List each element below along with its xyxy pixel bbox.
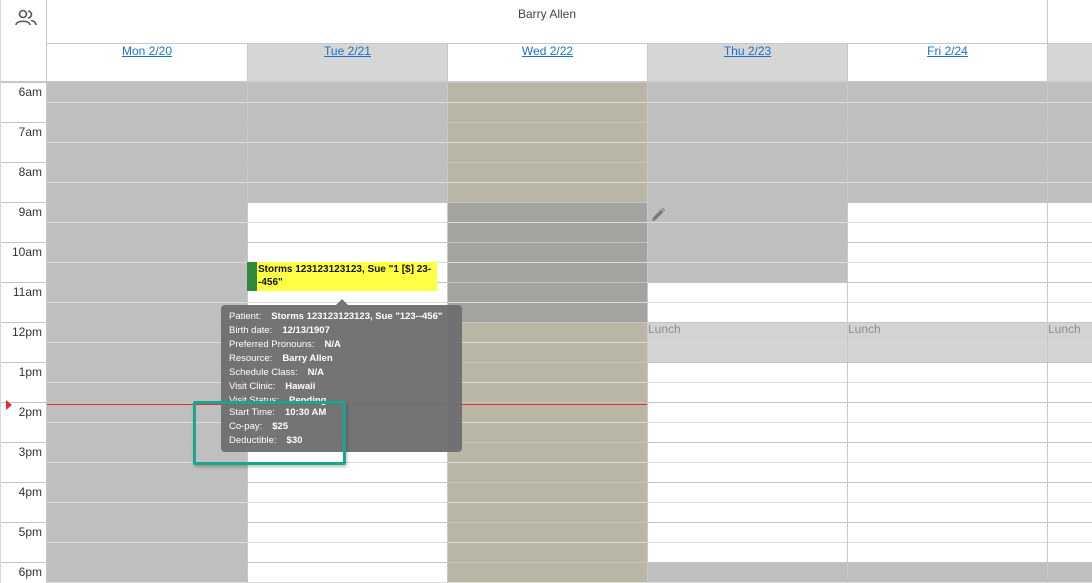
day-header-thu: Thu 2/23	[648, 44, 847, 81]
grid-line	[47, 302, 1092, 303]
tooltip-value: Hawaii	[285, 381, 316, 392]
grid-line	[0, 82, 1092, 83]
tooltip-value: Barry Allen	[282, 353, 333, 364]
day-header-mon: Mon 2/20	[47, 44, 247, 81]
grid-line	[47, 222, 1092, 223]
time-label-3pm: 3pm	[18, 445, 42, 459]
grid-line	[0, 242, 1092, 243]
time-label-11am: 11am	[12, 285, 42, 299]
day-link-tue[interactable]: Tue 2/21	[324, 44, 371, 58]
grid-line	[47, 142, 1092, 143]
tooltip-value: 12/13/1907	[282, 325, 330, 336]
grid-line	[47, 382, 1092, 383]
time-label-10am: 10am	[11, 245, 42, 259]
tooltip-key: Schedule Class:	[229, 367, 298, 378]
grid-line	[47, 542, 1092, 543]
lunch-label-fri: Lunch	[848, 322, 881, 336]
resource-name: Barry Allen	[517, 7, 577, 21]
grid-line	[47, 262, 1092, 263]
time-label-6am: 6am	[18, 85, 42, 99]
tooltip-key: Patient:	[229, 311, 262, 322]
tooltip-key: Resource:	[229, 353, 273, 364]
time-label-1pm: 1pm	[18, 365, 42, 379]
grid-line	[47, 342, 1092, 343]
highlight-annotation	[193, 401, 346, 465]
time-label-4pm: 4pm	[18, 485, 42, 499]
grid-line	[47, 102, 1092, 103]
tooltip-value: N/A	[307, 367, 325, 378]
time-label-9am: 9am	[18, 205, 42, 219]
grid-line	[0, 322, 1092, 323]
day-link-mon[interactable]: Mon 2/20	[122, 44, 172, 58]
current-time-marker	[6, 400, 12, 410]
day-link-wed[interactable]: Wed 2/22	[522, 44, 573, 58]
unavailable-block	[648, 562, 1092, 583]
tooltip-key: Preferred Pronouns:	[229, 339, 315, 350]
tooltip-key: Visit Clinic:	[229, 381, 276, 392]
grid-line	[0, 402, 1092, 403]
tooltip-row: Schedule Class: N/A	[229, 366, 457, 380]
tooltip-row: Patient: Storms 123123123123, Sue "123--4…	[229, 310, 457, 324]
tooltip-value: N/A	[324, 339, 341, 350]
tooltip-row: Birth date: 12/13/1907	[229, 324, 457, 338]
time-label-8am: 8am	[18, 165, 42, 179]
tooltip-row: Resource: Barry Allen	[229, 352, 457, 366]
grid-line	[0, 362, 1092, 363]
people-icon[interactable]	[14, 8, 38, 28]
lunch-label-thu: Lunch	[648, 322, 681, 336]
day-header-shade	[1048, 44, 1092, 81]
grid-line	[0, 442, 1092, 443]
day-link-thu[interactable]: Thu 2/23	[724, 44, 771, 58]
day-header-tue: Tue 2/21	[248, 44, 447, 81]
pencil-icon[interactable]	[650, 207, 666, 223]
time-label-5pm: 5pm	[18, 525, 42, 539]
grid-line	[0, 162, 1092, 163]
day-header-wed: Wed 2/22	[448, 44, 647, 81]
appointment-status-stripe	[247, 262, 257, 291]
appointment-title[interactable]: Storms 123123123123, Sue "1 [$] 23--456"	[258, 263, 436, 289]
lunch-label-sat: Lunch	[1048, 322, 1081, 336]
tooltip-details: Patient: Storms 123123123123, Sue "123--4…	[229, 305, 457, 410]
grid-line	[0, 562, 1092, 563]
grid-line	[0, 122, 1092, 123]
grid-line	[47, 182, 1092, 183]
blocked-block	[448, 322, 647, 582]
tooltip-row: Preferred Pronouns: N/A	[229, 338, 457, 352]
time-label-7am: 7am	[18, 125, 42, 139]
unavailable-block	[47, 82, 247, 582]
tooltip-key: Birth date:	[229, 325, 273, 336]
grid-line	[0, 202, 1092, 203]
time-label-12pm: 12pm	[11, 325, 42, 339]
grid-line	[0, 282, 1092, 283]
day-header-fri: Fri 2/24	[848, 44, 1047, 81]
grid-line	[0, 522, 1092, 523]
tooltip-value: Storms 123123123123, Sue "123--456"	[271, 311, 443, 322]
tooltip-row: Visit Clinic: Hawaii	[229, 380, 457, 394]
time-label-6pm: 6pm	[18, 565, 42, 579]
grid-line	[0, 482, 1092, 483]
grid-line	[47, 502, 1092, 503]
day-link-fri[interactable]: Fri 2/24	[927, 44, 968, 58]
